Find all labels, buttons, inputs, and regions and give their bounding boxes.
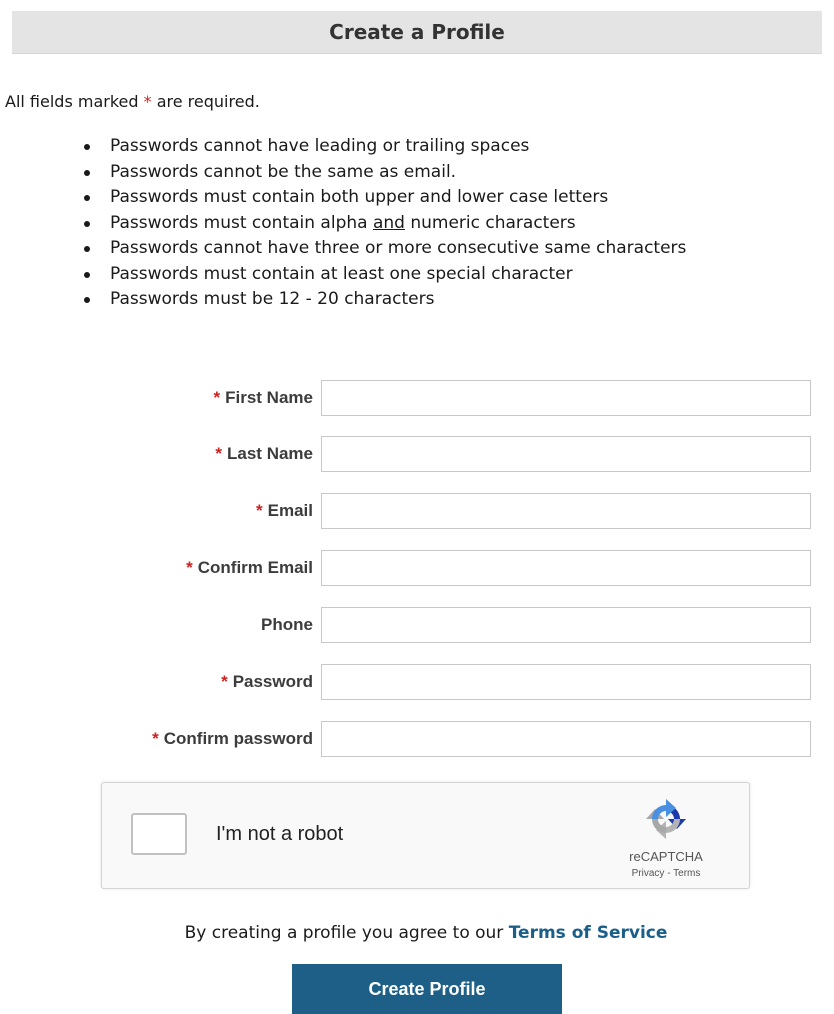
confirm-email-label: * Confirm Email xyxy=(186,558,313,577)
recaptcha-label: I'm not a robot xyxy=(216,823,344,845)
recaptcha-logo-icon xyxy=(646,799,686,839)
required-star: * xyxy=(186,558,193,577)
first-name-row: * First Name xyxy=(0,380,834,416)
required-note-suffix: are required. xyxy=(156,92,260,111)
required-star: * xyxy=(213,388,221,407)
email-label: * Email xyxy=(256,501,313,520)
confirm-password-label: * Confirm password xyxy=(152,729,313,748)
required-note-prefix: All fields marked xyxy=(5,92,139,111)
last-name-label: * Last Name xyxy=(215,444,313,463)
agreement-text: By creating a profile you agree to our xyxy=(184,923,504,943)
phone-row: Phone xyxy=(0,607,834,643)
create-profile-button[interactable]: Create Profile xyxy=(292,964,562,1014)
recaptcha-privacy-terms-links[interactable]: Privacy - Terms xyxy=(592,868,740,879)
password-label: * Password xyxy=(221,672,313,691)
password-input[interactable] xyxy=(321,664,811,700)
confirm-email-row: * Confirm Email xyxy=(0,550,834,586)
password-rule: Passwords cannot have three or more cons… xyxy=(82,236,782,262)
required-star: * xyxy=(256,501,263,520)
password-row: * Password xyxy=(0,664,834,700)
first-name-label: * First Name xyxy=(213,388,314,407)
password-rules-list: Passwords cannot have leading or trailin… xyxy=(82,134,782,313)
password-rule: Passwords must contain at least one spec… xyxy=(82,262,782,288)
confirm-password-input[interactable] xyxy=(321,721,811,757)
required-star: * xyxy=(143,92,152,111)
required-star: * xyxy=(221,672,228,691)
last-name-row: * Last Name xyxy=(0,436,834,472)
recaptcha-brand: reCAPTCHA xyxy=(629,849,703,864)
page-header: Create a Profile xyxy=(12,11,822,54)
password-rule: Passwords cannot have leading or trailin… xyxy=(82,134,782,160)
recaptcha-checkbox[interactable] xyxy=(131,813,187,855)
confirm-email-input[interactable] xyxy=(321,550,811,586)
confirm-password-row: * Confirm password xyxy=(0,721,834,757)
page-title: Create a Profile xyxy=(329,20,505,44)
last-name-input[interactable] xyxy=(321,436,811,472)
terms-of-service-link[interactable]: Terms of Service xyxy=(509,923,668,943)
first-name-input[interactable] xyxy=(321,380,811,416)
phone-label: Phone xyxy=(261,615,313,634)
phone-input[interactable] xyxy=(321,607,811,643)
required-fields-note: All fields marked * are required. xyxy=(5,92,260,111)
email-input[interactable] xyxy=(321,493,811,529)
password-rule: Passwords cannot be the same as email. xyxy=(82,160,782,186)
required-star: * xyxy=(215,444,223,463)
password-rule: Passwords must contain alpha and numeric… xyxy=(82,211,782,237)
password-rule: Passwords must contain both upper and lo… xyxy=(82,185,782,211)
terms-agreement: By creating a profile you agree to our T… xyxy=(0,923,834,943)
required-star: * xyxy=(152,729,159,748)
recaptcha-widget: I'm not a robot reCAPTCHA Privacy - Term… xyxy=(101,782,750,889)
email-row: * Email xyxy=(0,493,834,529)
password-rule: Passwords must be 12 - 20 characters xyxy=(82,287,782,313)
underlined-and: and xyxy=(372,212,405,233)
